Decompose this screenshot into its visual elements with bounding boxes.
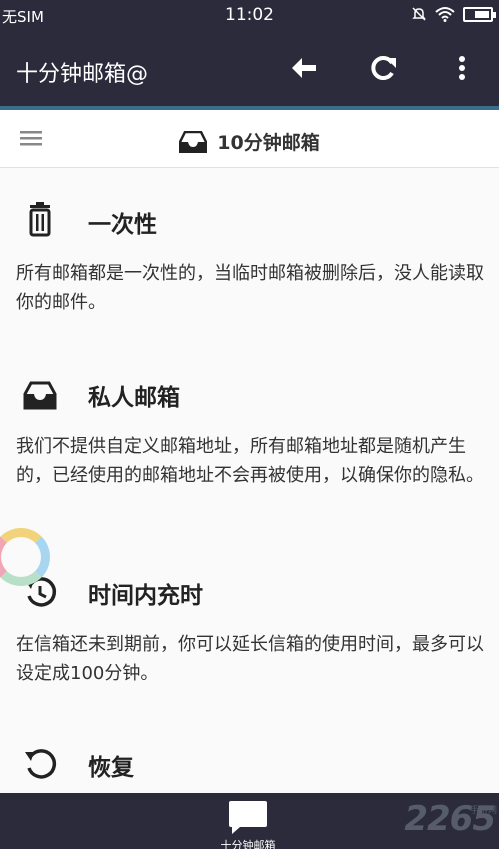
wifi-icon <box>435 7 455 22</box>
more-vert-icon <box>459 56 465 80</box>
bottom-nav: 十分钟邮箱 2265 手游网 <box>0 793 499 849</box>
status-icons <box>411 6 496 22</box>
chat-bubble-icon <box>229 801 267 834</box>
status-bar: 无SIM 11:02 <box>0 0 499 30</box>
app-bar: 十分钟邮箱@ <box>0 30 499 106</box>
more-menu-button[interactable] <box>444 50 480 86</box>
app-title: 十分钟邮箱@ <box>16 62 149 87</box>
feature-title: 一次性 <box>88 212 157 238</box>
nav-item-mailbox[interactable]: 十分钟邮箱 <box>206 797 290 849</box>
feature-desc: 在信箱还未到期前，你可以延长信箱的使用时间，最多可以设定成100分钟。 <box>16 634 484 684</box>
refresh-button[interactable] <box>366 50 402 86</box>
trash-icon <box>29 202 51 237</box>
feature-title: 时间内充时 <box>88 583 203 609</box>
feature-title: 恢复 <box>88 755 134 781</box>
battery-icon <box>463 6 496 22</box>
inbox-icon <box>23 381 57 410</box>
watermark-sub: 手游网 <box>469 806 497 816</box>
inbox-icon <box>179 130 208 153</box>
mute-icon <box>412 7 426 21</box>
arrow-left-icon <box>292 58 316 78</box>
tab-title[interactable]: 10分钟邮箱 <box>0 128 499 155</box>
feature-desc: 我们不提供自定义邮箱地址，所有邮箱地址都是随机产生的，已经使用的邮箱地址不会再被… <box>16 436 484 486</box>
back-button[interactable] <box>286 50 322 86</box>
feature-desc: 所有邮箱都是一次性的，当临时邮箱被删除后，没人能读取你的邮件。 <box>16 263 484 313</box>
nav-item-label: 十分钟邮箱 <box>220 839 276 849</box>
refresh-icon <box>371 56 396 80</box>
restore-icon <box>25 749 57 779</box>
tab-bar: 10分钟邮箱 <box>0 110 499 168</box>
tab-title-label: 10分钟邮箱 <box>217 132 320 154</box>
feature-title: 私人邮箱 <box>88 385 180 411</box>
